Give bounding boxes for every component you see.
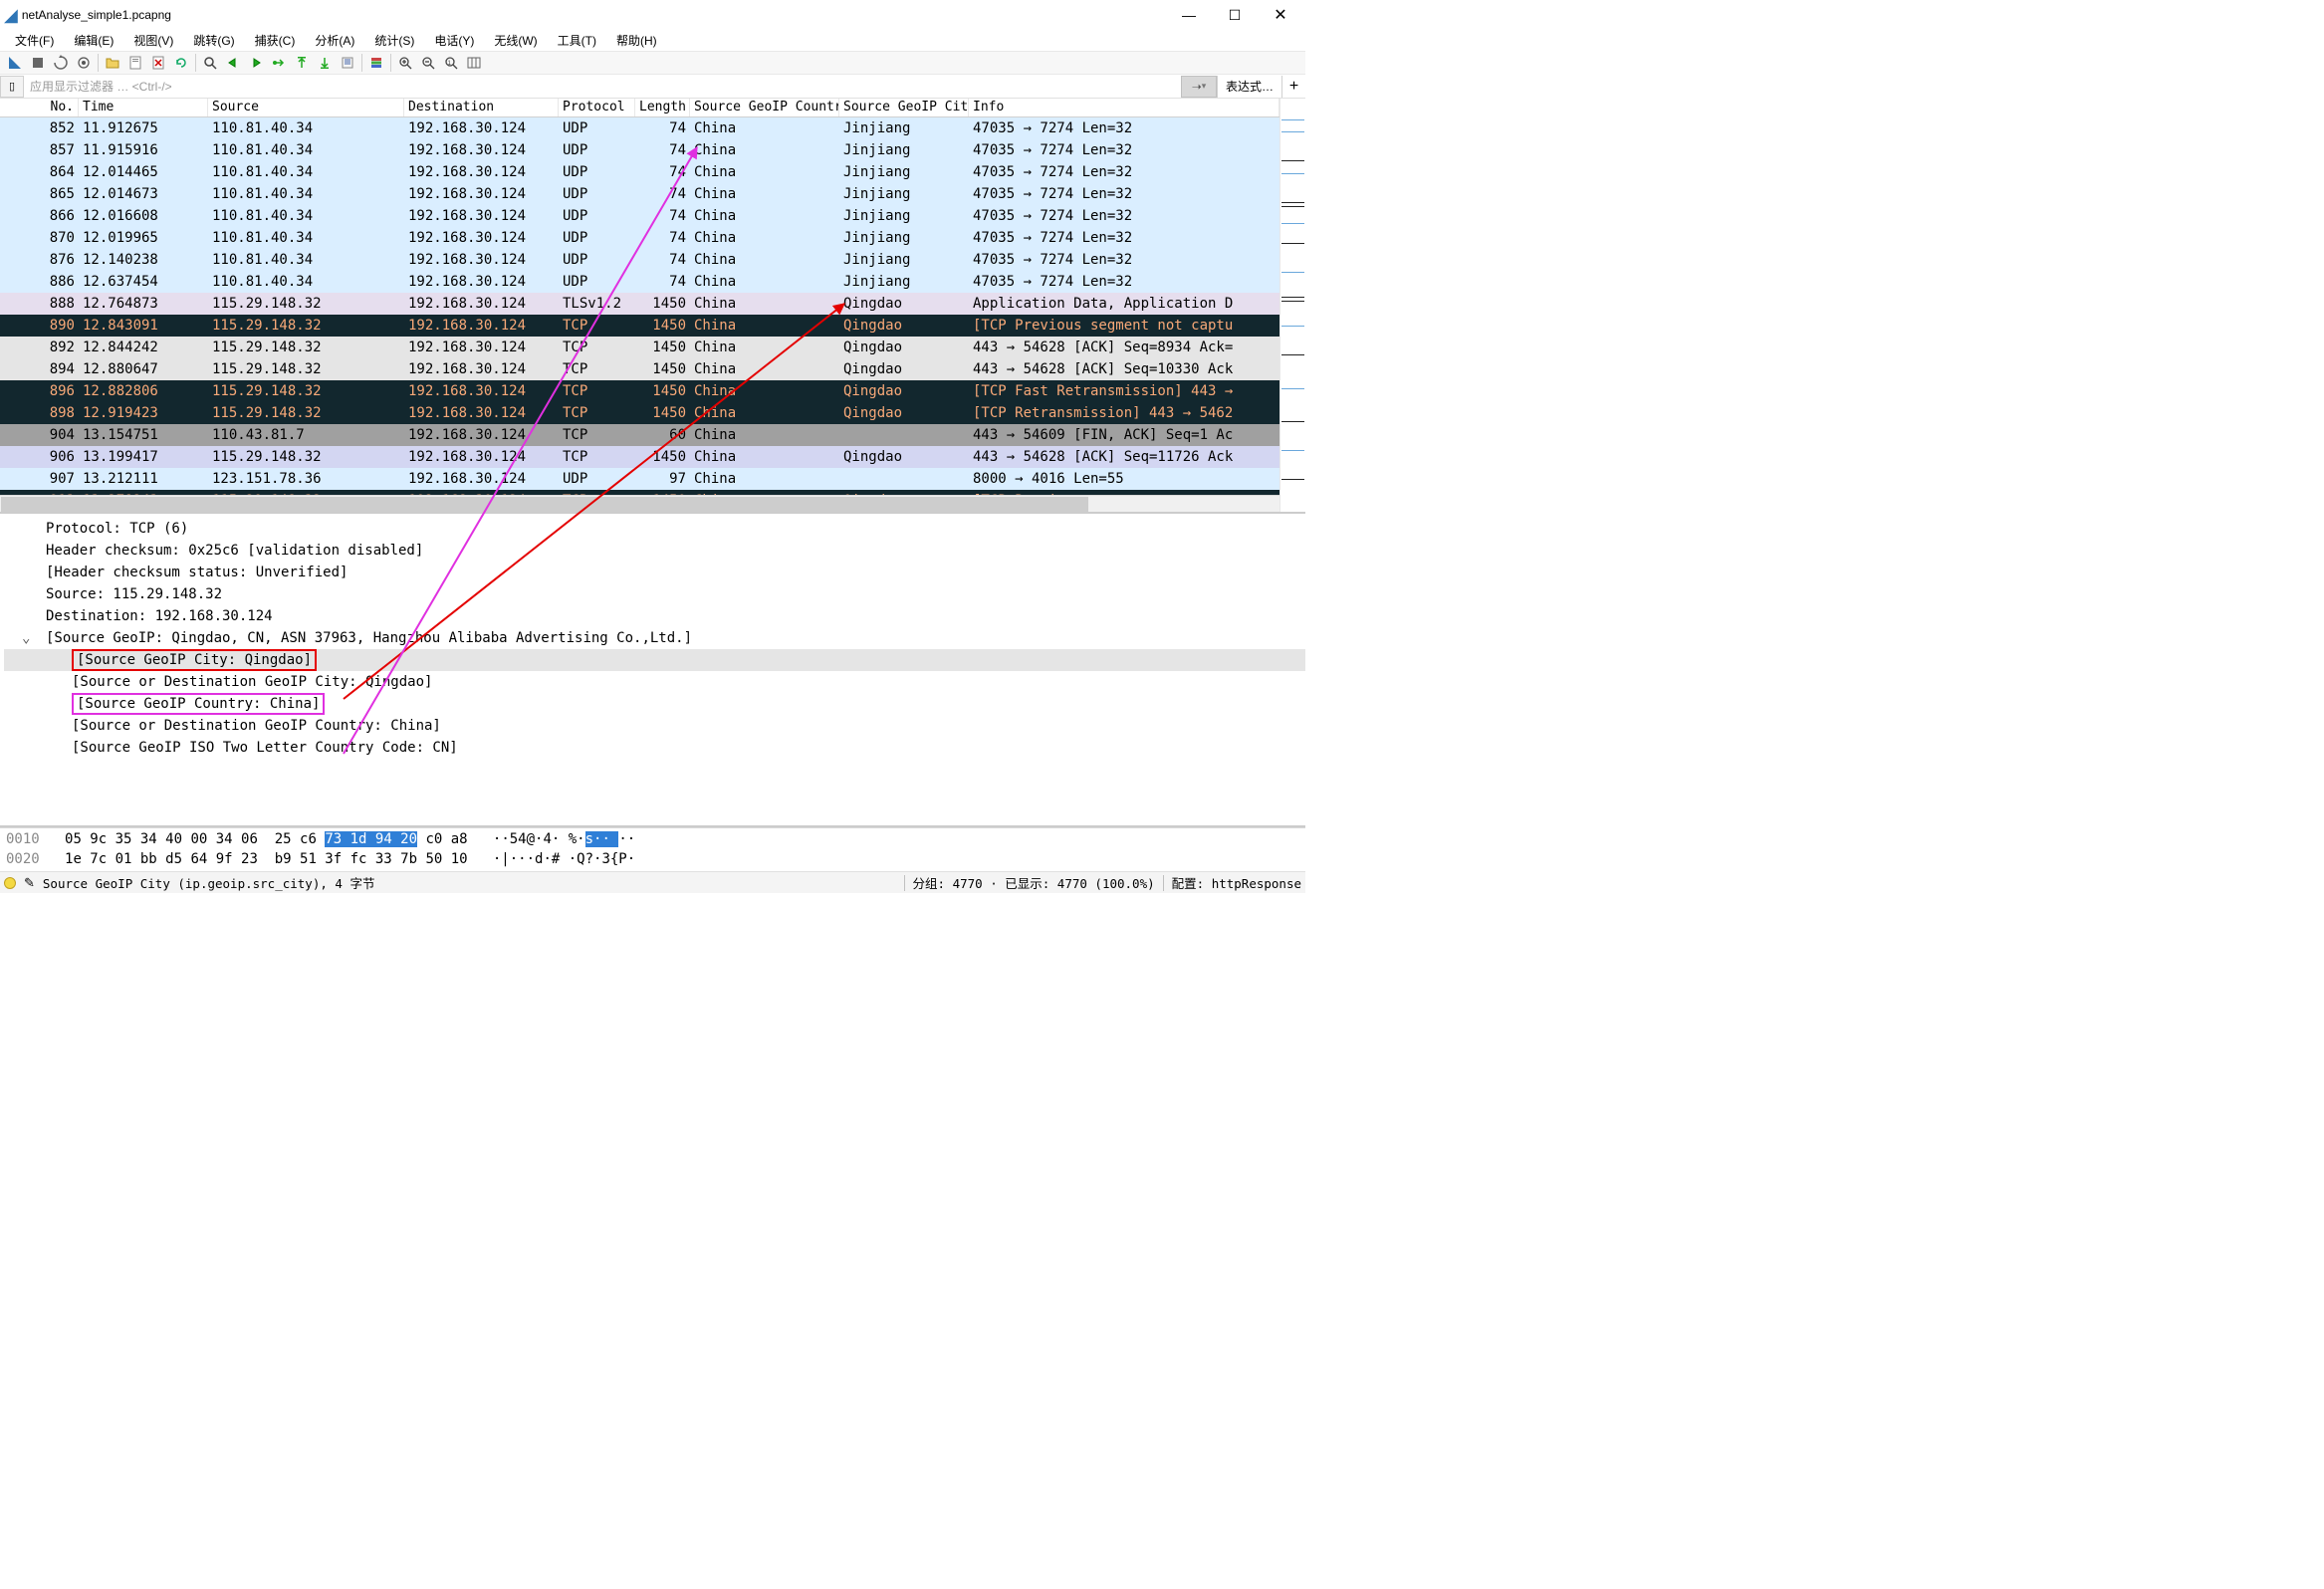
table-row[interactable]: 89412.880647115.29.148.32192.168.30.124T… <box>0 358 1279 380</box>
close-button[interactable]: ✕ <box>1258 0 1303 30</box>
col-header-time[interactable]: Time <box>79 99 208 116</box>
go-last-icon[interactable] <box>314 52 336 74</box>
packet-list[interactable]: No. Time Source Destination Protocol Len… <box>0 99 1279 512</box>
packet-minimap[interactable] <box>1279 99 1305 512</box>
menu-tools[interactable]: 工具(T) <box>549 30 605 51</box>
filter-bar: ▯ ➝▾ 表达式… + <box>0 75 1305 99</box>
col-header-length[interactable]: Length <box>635 99 690 116</box>
col-header-destination[interactable]: Destination <box>404 99 559 116</box>
table-row[interactable]: 86412.014465110.81.40.34192.168.30.124UD… <box>0 161 1279 183</box>
detail-line[interactable]: Source: 115.29.148.32 <box>4 583 1305 605</box>
minimize-button[interactable]: — <box>1166 0 1212 30</box>
display-filter-input[interactable] <box>24 76 1181 98</box>
menubar: 文件(F) 编辑(E) 视图(V) 跳转(G) 捕获(C) 分析(A) 统计(S… <box>0 30 1305 51</box>
capture-options-icon[interactable] <box>73 52 95 74</box>
table-row[interactable]: 85211.912675110.81.40.34192.168.30.124UD… <box>0 117 1279 139</box>
menu-analyze[interactable]: 分析(A) <box>306 30 363 51</box>
table-row[interactable]: 89612.882806115.29.148.32192.168.30.124T… <box>0 380 1279 402</box>
maximize-button[interactable]: ☐ <box>1212 0 1258 30</box>
separator-icon <box>361 54 362 72</box>
save-file-icon[interactable] <box>124 52 146 74</box>
table-row[interactable]: 85711.915916110.81.40.34192.168.30.124UD… <box>0 139 1279 161</box>
menu-statistics[interactable]: 统计(S) <box>365 30 423 51</box>
go-to-packet-icon[interactable] <box>268 52 290 74</box>
col-header-geoip-city[interactable]: Source GeoIP City <box>839 99 969 116</box>
table-row[interactable]: 90613.199417115.29.148.32192.168.30.124T… <box>0 446 1279 468</box>
detail-line[interactable]: [Source GeoIP ISO Two Letter Country Cod… <box>4 737 1305 759</box>
menu-go[interactable]: 跳转(G) <box>184 30 243 51</box>
find-packet-icon[interactable] <box>199 52 221 74</box>
menu-file[interactable]: 文件(F) <box>6 30 63 51</box>
detail-line[interactable]: [Source or Destination GeoIP City: Qingd… <box>4 671 1305 693</box>
app-icon: ◢ <box>4 5 18 26</box>
col-header-source[interactable]: Source <box>208 99 404 116</box>
menu-capture[interactable]: 捕获(C) <box>246 30 305 51</box>
stop-capture-icon[interactable] <box>27 52 49 74</box>
table-row[interactable]: 90713.212111123.151.78.36192.168.30.124U… <box>0 468 1279 490</box>
detail-geoip-city[interactable]: [Source GeoIP City: Qingdao] <box>4 649 1305 671</box>
col-header-geoip-country[interactable]: Source GeoIP Country <box>690 99 839 116</box>
bookmark-filter-icon[interactable]: ▯ <box>0 76 24 98</box>
add-filter-button[interactable]: + <box>1281 76 1305 98</box>
zoom-out-icon[interactable] <box>417 52 439 74</box>
table-row[interactable]: 89212.844242115.29.148.32192.168.30.124T… <box>0 337 1279 358</box>
close-file-icon[interactable] <box>147 52 169 74</box>
go-first-icon[interactable] <box>291 52 313 74</box>
hex-dump[interactable]: 0010 05 9c 35 34 40 00 34 06 25 c6 73 1d… <box>0 827 1305 871</box>
toolbar: 1 <box>0 51 1305 75</box>
zoom-in-icon[interactable] <box>394 52 416 74</box>
table-row[interactable]: 89812.919423115.29.148.32192.168.30.124T… <box>0 402 1279 424</box>
packet-detail-tree[interactable]: Protocol: TCP (6) Header checksum: 0x25c… <box>0 514 1305 827</box>
reload-file-icon[interactable] <box>170 52 192 74</box>
separator-icon <box>98 54 99 72</box>
menu-edit[interactable]: 编辑(E) <box>65 30 122 51</box>
status-bar: ✎ Source GeoIP City (ip.geoip.src_city),… <box>0 871 1305 893</box>
table-row[interactable]: 87012.019965110.81.40.34192.168.30.124UD… <box>0 227 1279 249</box>
status-field: Source GeoIP City (ip.geoip.src_city), 4… <box>43 873 375 892</box>
table-row[interactable]: 88812.764873115.29.148.32192.168.30.124T… <box>0 293 1279 315</box>
menu-telephony[interactable]: 电话(Y) <box>425 30 483 51</box>
separator-icon <box>390 54 391 72</box>
resize-columns-icon[interactable] <box>463 52 485 74</box>
table-row[interactable]: 91313.278243115.29.148.32192.168.30.124T… <box>0 490 1279 495</box>
table-row[interactable]: 86612.016608110.81.40.34192.168.30.124UD… <box>0 205 1279 227</box>
menu-wireless[interactable]: 无线(W) <box>485 30 546 51</box>
detail-line[interactable]: Header checksum: 0x25c6 [validation disa… <box>4 540 1305 562</box>
detail-line[interactable]: Destination: 192.168.30.124 <box>4 605 1305 627</box>
menu-view[interactable]: 视图(V) <box>124 30 182 51</box>
edit-icon[interactable]: ✎ <box>24 875 35 891</box>
go-back-icon[interactable] <box>222 52 244 74</box>
packet-list-header[interactable]: No. Time Source Destination Protocol Len… <box>0 99 1279 117</box>
separator-icon <box>195 54 196 72</box>
zoom-reset-icon[interactable]: 1 <box>440 52 462 74</box>
detail-line[interactable]: [Source or Destination GeoIP Country: Ch… <box>4 715 1305 737</box>
start-capture-icon[interactable] <box>4 52 26 74</box>
status-packets: 分组: 4770 · 已显示: 4770 (100.0%) <box>913 873 1155 892</box>
table-row[interactable]: 89012.843091115.29.148.32192.168.30.124T… <box>0 315 1279 337</box>
apply-filter-button[interactable]: ➝▾ <box>1181 76 1217 98</box>
col-header-info[interactable]: Info <box>969 99 1279 116</box>
table-row[interactable]: 87612.140238110.81.40.34192.168.30.124UD… <box>0 249 1279 271</box>
table-row[interactable]: 86512.014673110.81.40.34192.168.30.124UD… <box>0 183 1279 205</box>
go-forward-icon[interactable] <box>245 52 267 74</box>
detail-geoip-country[interactable]: [Source GeoIP Country: China] <box>4 693 1305 715</box>
table-row[interactable]: 90413.154751110.43.81.7192.168.30.124TCP… <box>0 424 1279 446</box>
colorize-icon[interactable] <box>365 52 387 74</box>
restart-capture-icon[interactable] <box>50 52 72 74</box>
col-header-protocol[interactable]: Protocol <box>559 99 635 116</box>
horizontal-scrollbar[interactable] <box>0 495 1279 512</box>
expert-info-icon[interactable] <box>4 877 16 889</box>
col-header-no[interactable]: No. <box>0 99 79 116</box>
detail-line-expandable[interactable]: [Source GeoIP: Qingdao, CN, ASN 37963, H… <box>4 627 1305 649</box>
window-title: netAnalyse_simple1.pcapng <box>22 8 1166 22</box>
open-file-icon[interactable] <box>102 52 123 74</box>
expression-button[interactable]: 表达式… <box>1217 76 1281 98</box>
detail-line[interactable]: [Header checksum status: Unverified] <box>4 562 1305 583</box>
status-profile[interactable]: 配置: httpResponse <box>1172 873 1301 892</box>
table-row[interactable]: 88612.637454110.81.40.34192.168.30.124UD… <box>0 271 1279 293</box>
detail-line[interactable]: Protocol: TCP (6) <box>4 518 1305 540</box>
auto-scroll-icon[interactable] <box>337 52 358 74</box>
menu-help[interactable]: 帮助(H) <box>607 30 666 51</box>
titlebar: ◢ netAnalyse_simple1.pcapng — ☐ ✕ <box>0 0 1305 30</box>
